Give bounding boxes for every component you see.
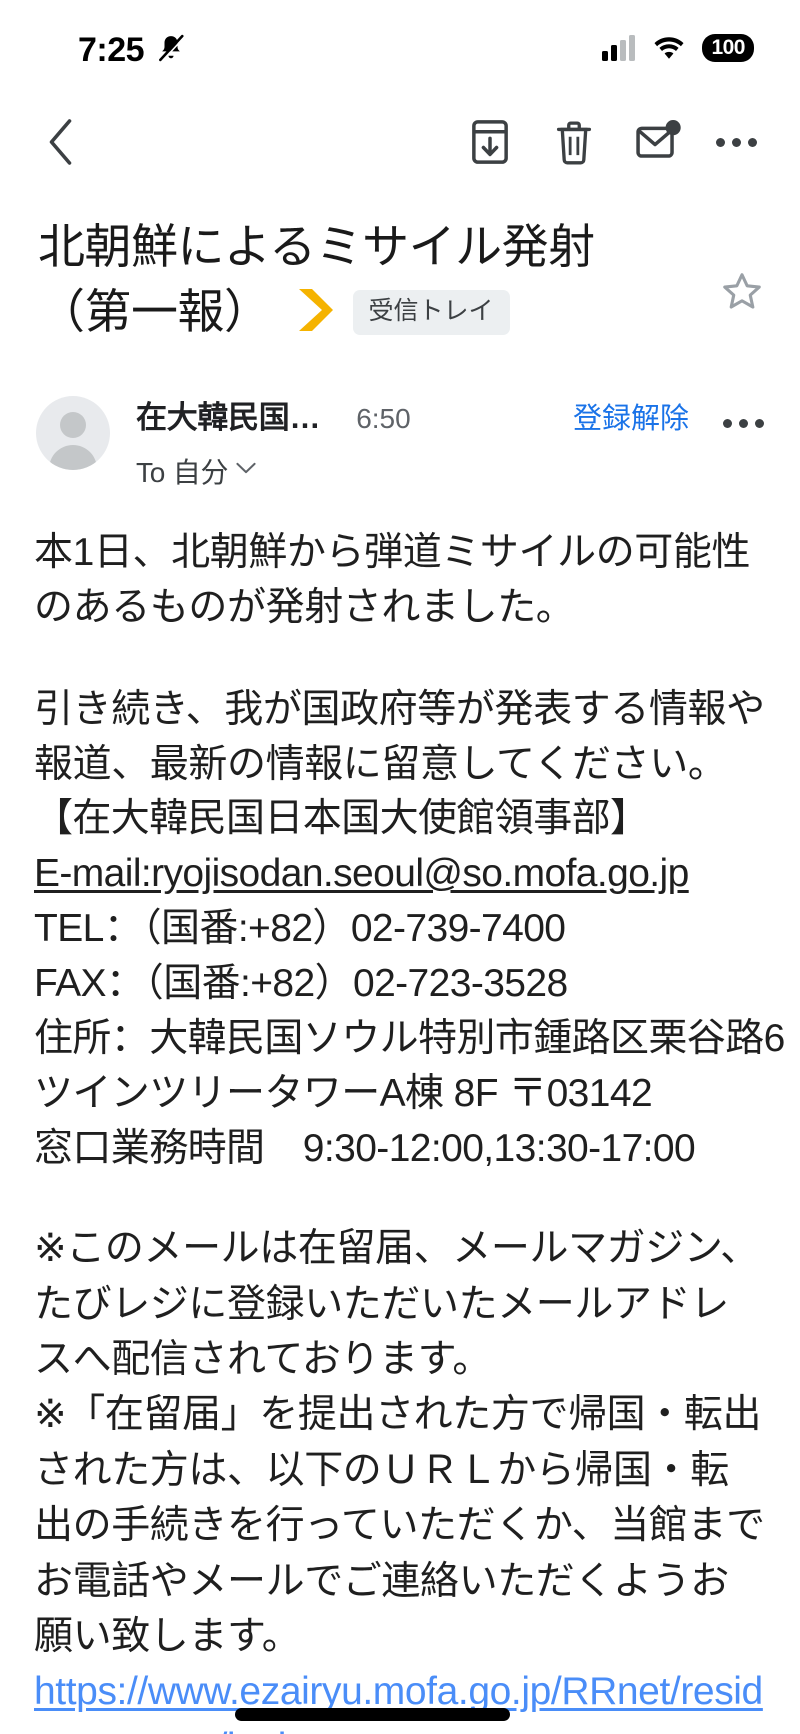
sender-top-row: 在大韓民国… 6:50 登録解除 <box>136 392 764 437</box>
sender-details: 在大韓民国… 6:50 登録解除 To 自分 <box>110 392 764 491</box>
message-more-button[interactable] <box>723 413 764 428</box>
action-toolbar <box>0 96 800 188</box>
recipient-row[interactable]: To 自分 <box>136 451 764 491</box>
body-paragraph-2: 引き続き、我が国政府等が発表する情報や報道、最新の情報に留意してください。 <box>34 687 765 787</box>
archive-button[interactable] <box>448 112 532 172</box>
email-timestamp: 6:50 <box>356 402 411 434</box>
signature-tel: TEL：（国番:+82）02-739-7400 <box>34 907 566 951</box>
subject-section: 北朝鮮によるミサイル発射 （第一報） 受信トレイ <box>0 188 800 344</box>
bell-slash-icon <box>156 32 186 64</box>
status-time: 7:25 <box>78 31 145 69</box>
subject-second-row: （第一報） 受信トレイ <box>38 281 762 344</box>
overflow-menu-icon <box>715 137 757 147</box>
sender-name[interactable]: 在大韓民国… <box>136 392 321 437</box>
email-body: 本1日、北朝鮮から弾道ミサイルの可能性のあるものが発射されました。 引き続き、我… <box>0 491 800 1734</box>
signature-email-link[interactable]: E-mail:ryojisodan.seoul@so.mofa.go.jp <box>34 847 766 902</box>
overflow-menu-icon <box>723 418 764 428</box>
avatar-head <box>60 411 86 438</box>
sender-section: 在大韓民国… 6:50 登録解除 To 自分 <box>0 344 800 491</box>
body-note-1: ※このメールは在留届、メールマガジン、たびレジに登録いただいたメールアドレスへ配… <box>34 1227 759 1382</box>
signature-fax: FAX：（国番:+82）02-723-3528 <box>34 962 568 1006</box>
label-chip-inbox[interactable]: 受信トレイ <box>352 289 510 335</box>
signature-address-line1: 住所：大韓民国ソウル特別市鍾路区栗谷路6 <box>34 1017 785 1061</box>
recipient-label: To 自分 <box>136 456 229 488</box>
star-outline-icon[interactable] <box>720 270 764 319</box>
cellular-signal-icon <box>602 35 636 61</box>
signature-title: 【在大韓民国日本国大使館領事部】 <box>34 797 649 841</box>
status-bar-left: 7:25 <box>78 29 186 67</box>
wifi-icon <box>652 35 686 61</box>
unsubscribe-link[interactable]: 登録解除 <box>573 395 689 437</box>
ezairyu-url-link[interactable]: https://www.ezairyu.mofa.go.jp/RRnet/res… <box>34 1664 766 1734</box>
battery-indicator: 100 <box>702 34 754 62</box>
avatar-body <box>49 444 97 470</box>
back-button[interactable] <box>34 114 90 170</box>
signature-address-line2: ツインツリータワーA棟 8F 〒03142 <box>34 1072 653 1116</box>
chevron-down-icon <box>236 461 256 480</box>
more-options-button[interactable] <box>700 112 772 172</box>
signature-office-hours: 窓口業務時間 9:30-12:00,13:30-17:00 <box>34 1127 696 1171</box>
email-detail-screen: 7:25 100 北朝鮮によるミサイル発射 （第一報） 受信トレイ 在大韓民国…… <box>0 0 800 1734</box>
body-paragraph-1: 本1日、北朝鮮から弾道ミサイルの可能性のあるものが発射されました。 <box>34 530 751 630</box>
page-title: 北朝鮮によるミサイル発射 <box>38 220 595 273</box>
default-avatar-icon[interactable] <box>36 395 110 470</box>
important-chevron-icon[interactable] <box>297 287 335 338</box>
body-note-2: ※「在留届」を提出された方で帰国・転出された方は、以下のＵＲＬから帰国・転出の手… <box>34 1393 765 1658</box>
status-bar: 7:25 100 <box>0 0 800 96</box>
status-bar-right: 100 <box>602 34 754 62</box>
page-title-continued: （第一報） <box>38 284 271 338</box>
mark-unread-button[interactable] <box>616 112 700 172</box>
delete-button[interactable] <box>532 112 616 172</box>
home-indicator <box>235 1708 510 1721</box>
